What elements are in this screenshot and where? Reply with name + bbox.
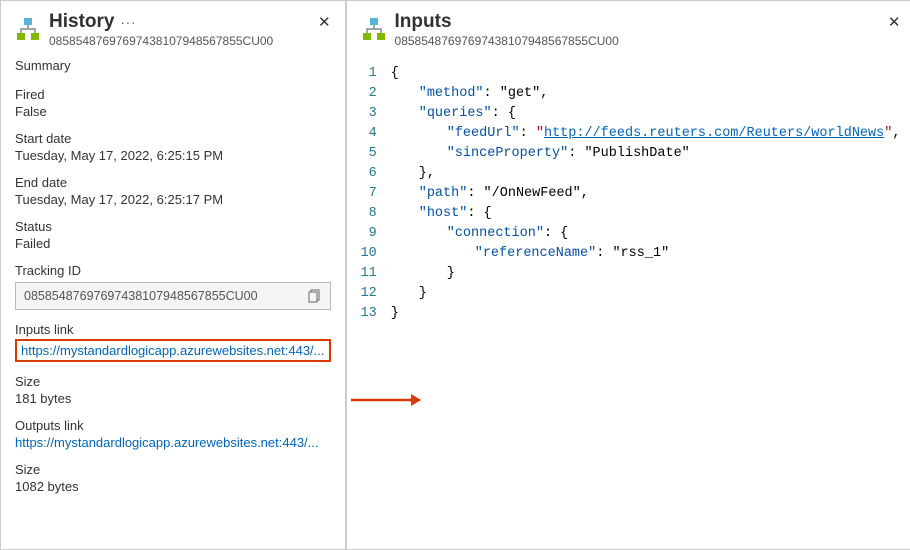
inputs-header: Inputs 08585487697697438107948567855CU00… [361,11,901,48]
outputs-link-section: Outputs link https://mystandardlogicapp.… [15,418,331,450]
outputs-size-section: Size 1082 bytes [15,462,331,494]
line-number-gutter: 12345678910111213 [361,64,391,539]
logic-app-icon [361,17,387,43]
more-icon[interactable]: ··· [120,15,136,30]
outputs-link[interactable]: https://mystandardlogicapp.azurewebsites… [15,435,319,450]
inputs-title: Inputs [395,11,613,33]
fired-section: Fired False [15,87,331,119]
history-title-block: History ··· 0858548769769743810794856785… [49,11,273,48]
start-date-section: Start date Tuesday, May 17, 2022, 6:25:1… [15,131,331,163]
inputs-link-callout: https://mystandardlogicapp.azurewebsites… [15,339,331,362]
summary-heading: Summary [15,58,331,75]
history-panel: History ··· 0858548769769743810794856785… [0,0,346,550]
copy-icon[interactable] [308,289,322,303]
tracking-id-value: 08585487697697438107948567855CU00 [24,289,258,303]
inputs-size-section: Size 181 bytes [15,374,331,406]
end-date-section: End date Tuesday, May 17, 2022, 6:25:17 … [15,175,331,207]
history-sub-id: 08585487697697438107948567855CU00 [49,34,273,48]
inputs-link-section: Inputs link https://mystandardlogicapp.a… [15,322,331,362]
json-code[interactable]: {"method": "get","queries": {"feedUrl": … [391,64,901,539]
inputs-title-block: Inputs 08585487697697438107948567855CU00 [395,11,619,48]
history-title: History [49,11,114,33]
json-editor[interactable]: 12345678910111213 {"method": "get","quer… [361,64,901,539]
close-button[interactable]: ✕ [888,13,901,31]
logic-app-icon [15,17,41,43]
tracking-id-field[interactable]: 08585487697697438107948567855CU00 [15,282,331,310]
tracking-id-section: Tracking ID 0858548769769743810794856785… [15,263,331,310]
history-header: History ··· 0858548769769743810794856785… [15,11,331,48]
status-section: Status Failed [15,219,331,251]
inputs-sub-id: 08585487697697438107948567855CU00 [395,34,619,48]
inputs-link[interactable]: https://mystandardlogicapp.azurewebsites… [21,343,325,358]
inputs-panel: Inputs 08585487697697438107948567855CU00… [346,0,910,550]
close-button[interactable]: ✕ [318,13,331,31]
